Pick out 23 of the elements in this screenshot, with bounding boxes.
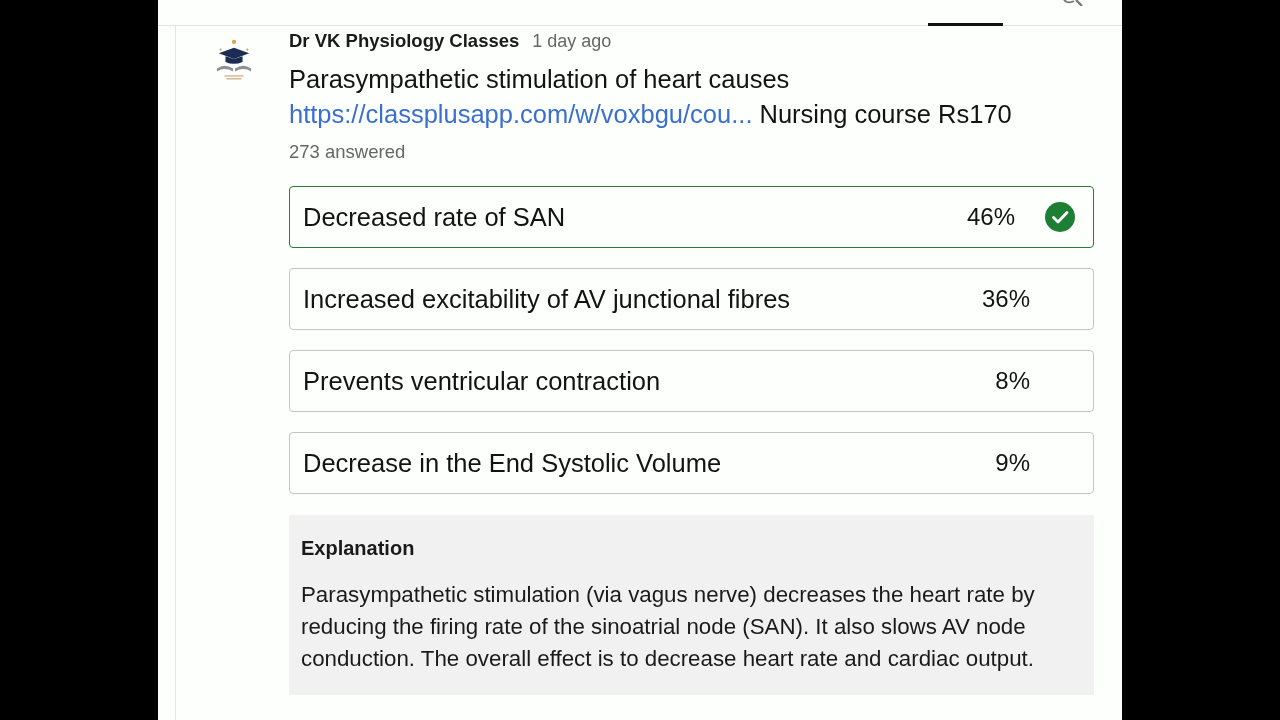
check-icon <box>1045 202 1075 232</box>
option-text: Decreased rate of SAN <box>303 202 567 233</box>
option-text: Decrease in the End Systolic Volume <box>303 448 723 479</box>
option-text: Increased excitability of AV junctional fibres <box>303 284 792 315</box>
course-note: Nursing course Rs170 <box>759 99 1012 130</box>
search-icon[interactable] <box>1062 0 1084 6</box>
graduation-cap-icon[interactable] <box>215 38 253 82</box>
option-text: Prevents ventricular contraction <box>303 366 662 397</box>
option-percent: 8% <box>995 366 1030 396</box>
post-time: 1 day ago <box>532 30 612 52</box>
answer-option[interactable]: Decreased rate of SAN 46% <box>289 186 1094 248</box>
explanation-title: Explanation <box>301 536 416 561</box>
option-percent: 9% <box>995 448 1030 478</box>
option-percent: 46% <box>966 202 1015 232</box>
channel-name[interactable]: Dr VK Physiology Classes <box>289 30 520 52</box>
question-text: Parasympathetic stimulation of heart causes <box>289 64 791 95</box>
explanation-text: Parasympathetic stimulation (via vagus nerve) decreases the heart rate by reducing the firing rate of the sinoatrial node (SAN). It also slows AV node conduction. The overall effect is to decrease heart rate and cardiac output. <box>301 581 1036 673</box>
answer-option[interactable]: Prevents ventricular contraction 8% <box>289 350 1094 412</box>
course-link[interactable]: https://classplusapp.com/w/voxbgu/cou... <box>289 98 753 130</box>
answer-option[interactable]: Decrease in the End Systolic Volume 9% <box>289 432 1094 494</box>
answer-option[interactable]: Increased excitability of AV junctional fibres 36% <box>289 268 1094 330</box>
option-percent: 36% <box>981 284 1030 314</box>
answered-count: 273 answered <box>289 141 407 163</box>
